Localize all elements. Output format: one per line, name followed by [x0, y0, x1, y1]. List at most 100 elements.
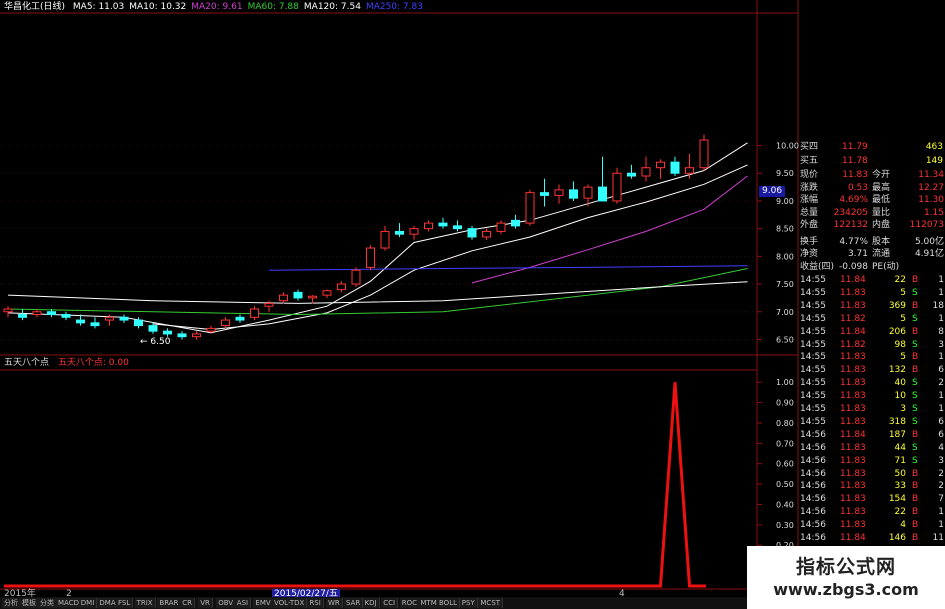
- tick-volume: 44: [894, 442, 906, 453]
- tick-volume: 22: [894, 507, 906, 518]
- indicator-tab[interactable]: CR: [180, 598, 195, 608]
- ma-line-ma120: [7, 281, 748, 304]
- indicator-tab[interactable]: 分析: [2, 598, 21, 608]
- tick-price: 11.83: [840, 287, 866, 298]
- tick-price: 11.83: [840, 378, 866, 389]
- indicator-tab[interactable]: RSI: [307, 598, 324, 608]
- candle-body: [47, 311, 56, 316]
- candle-body: [250, 308, 259, 318]
- tick-row: 14:55 11.82 5 S 1: [798, 313, 945, 326]
- candle-body: [235, 316, 245, 321]
- tick-side: B: [912, 352, 919, 363]
- tick-row: 14:55 11.84 22 B 1: [798, 274, 945, 287]
- candle-body: [467, 228, 477, 238]
- tick-time: 14:56: [800, 533, 826, 543]
- candle-body: [279, 294, 288, 302]
- tick-volume: 40: [894, 378, 906, 389]
- tick-row: 14:55 11.84 206 B 8: [798, 326, 945, 339]
- tick-volume: 5: [900, 313, 906, 324]
- order-book-label: 买五: [800, 156, 819, 166]
- tick-row: 14:55 11.83 5 B 1: [798, 351, 945, 364]
- indicator-tab[interactable]: 模板: [20, 598, 39, 608]
- indicator-tab[interactable]: FSL: [116, 598, 134, 608]
- indicator-tab[interactable]: SAR: [344, 598, 364, 608]
- indicator-tab[interactable]: 分类: [38, 598, 57, 608]
- tick-time: 14:56: [800, 520, 826, 531]
- indicator-tab[interactable]: KDJ: [362, 598, 380, 608]
- indicator-tab[interactable]: TRIX: [134, 598, 156, 608]
- indicator-value: 五天八个点: 0.00: [57, 358, 129, 368]
- indicator-signal-line: [4, 382, 706, 588]
- candle-body: [670, 161, 680, 174]
- indicator-tab[interactable]: ASI: [234, 598, 252, 608]
- tick-count: 1: [938, 313, 944, 324]
- indicator-tab[interactable]: DMI: [78, 598, 98, 608]
- chart-window: 10.00 9.50 9.00 8.50 8.00 7.50 7.00 6.50 1.00 0.…: [0, 0, 945, 609]
- indicator-tab[interactable]: ROC: [399, 598, 421, 608]
- tick-time: 14:55: [800, 416, 826, 427]
- candle-body: [18, 314, 27, 318]
- tick-price: 11.83: [840, 300, 866, 311]
- tick-volume: 71: [894, 455, 906, 466]
- candle-body: [221, 319, 230, 327]
- tick-row: 14:55 11.83 3 S 1: [798, 403, 945, 416]
- tick-row: 14:56 11.83 154 B 7: [798, 493, 945, 506]
- tick-row: 14:56 11.83 4 B 1: [798, 519, 945, 532]
- indicator-tab[interactable]: MCST: [478, 598, 504, 608]
- tick-side: S: [912, 404, 918, 414]
- stat-row: 现价 11.83 今开 11.34: [798, 169, 945, 181]
- tick-row: 14:55 11.83 318 S 6: [798, 416, 945, 429]
- indicator-tab[interactable]: BRAR: [157, 598, 182, 608]
- candle-body: [409, 228, 419, 235]
- price-tick-label: 10.00: [776, 142, 799, 151]
- candle-body: [351, 269, 361, 285]
- tick-count: 6: [938, 429, 944, 440]
- tick-row: 14:55 11.83 40 S 2: [798, 377, 945, 390]
- indicator-tab[interactable]: PSY: [459, 598, 478, 608]
- stat-value: 5.00亿: [914, 236, 944, 247]
- candle-body: [264, 302, 274, 307]
- indicator-tab[interactable]: EMV: [253, 598, 274, 608]
- indicator-tab[interactable]: WR: [326, 598, 343, 608]
- candle-body: [293, 291, 303, 299]
- indicator-tab[interactable]: VOL-TDX: [272, 598, 308, 608]
- indicator-tick-label: 0.50: [776, 480, 794, 489]
- tick-side: B: [912, 494, 919, 505]
- brand-watermark: 指标公式网 www.zbgs3.com: [747, 546, 945, 609]
- stat-value: 1.15: [923, 207, 944, 218]
- tick-time: 14:56: [800, 429, 826, 440]
- tick-side: S: [912, 287, 918, 298]
- candle-body: [685, 167, 694, 174]
- candle-body: [177, 333, 187, 338]
- tick-row: 14:55 11.83 369 B 18: [798, 300, 945, 313]
- stat-label: 最低: [872, 195, 891, 205]
- ma-line-ma250: [268, 265, 748, 271]
- stat-value: 234205: [833, 207, 868, 218]
- candle-body: [3, 308, 13, 313]
- candle-body: [308, 295, 317, 299]
- order-book-price: 11.79: [842, 142, 868, 152]
- tick-row: 14:56 11.83 50 B 2: [798, 468, 945, 481]
- stat-value: -0.098: [838, 261, 868, 272]
- candle-body: [511, 219, 520, 227]
- indicator-tab[interactable]: BOLL: [437, 598, 460, 608]
- stat-label: 内盘: [872, 220, 891, 230]
- indicator-tab[interactable]: OBV: [216, 598, 237, 608]
- order-book-volume: 149: [925, 156, 943, 166]
- tick-price: 11.83: [840, 468, 866, 479]
- tick-price: 11.83: [840, 352, 866, 363]
- indicator-tab[interactable]: VR: [198, 598, 213, 608]
- price-tick-label: 7.00: [776, 308, 794, 317]
- candle-body: [598, 186, 607, 202]
- indicator-tab[interactable]: CCI: [381, 598, 399, 608]
- tick-time: 14:55: [800, 326, 826, 337]
- indicator-legend: 五天八个点 五天八个点: 0.00: [4, 358, 129, 369]
- tick-price: 11.83: [840, 481, 866, 492]
- stat-value: 0.53: [847, 182, 868, 193]
- stat-row: 净资 3.71 流通 4.91亿: [798, 248, 945, 260]
- tick-volume: 318: [888, 416, 906, 427]
- indicator-tick-label: 1.00: [776, 378, 794, 387]
- tick-count: 2: [938, 378, 944, 389]
- tick-volume: 146: [888, 533, 906, 543]
- candle-body: [322, 290, 332, 296]
